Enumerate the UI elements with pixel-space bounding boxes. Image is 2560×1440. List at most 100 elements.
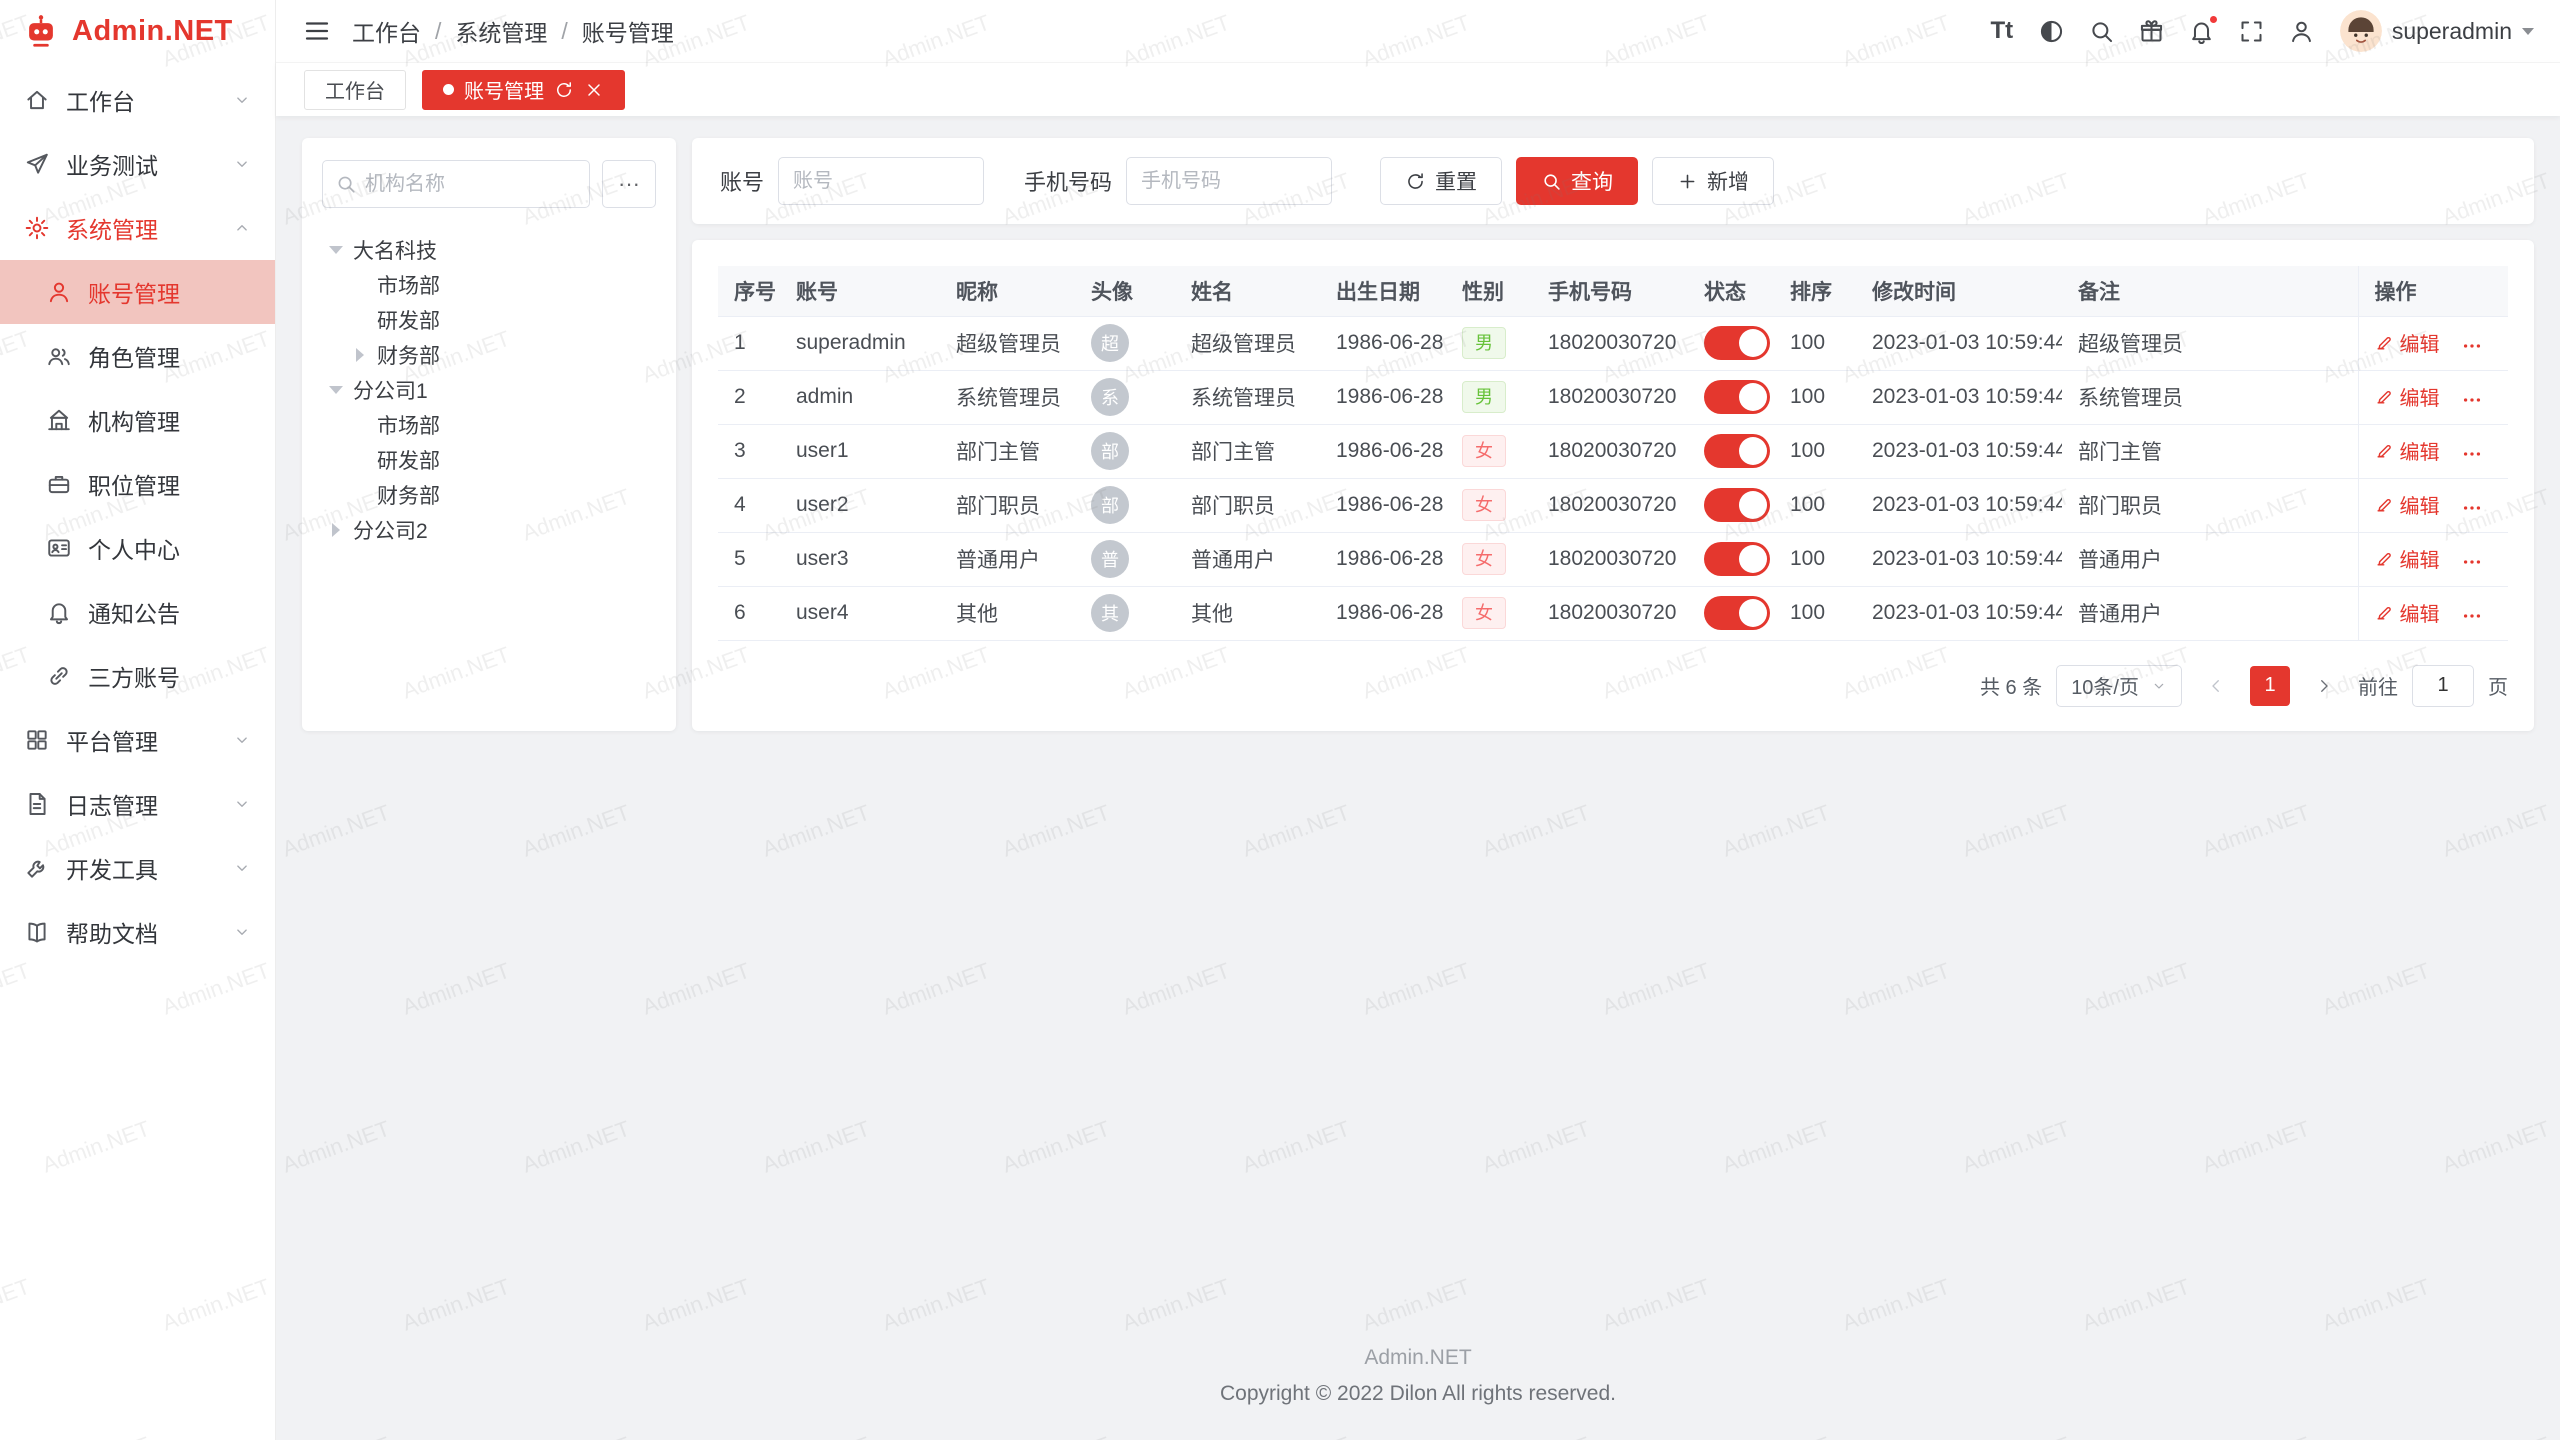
tree-node[interactable]: 财务部	[322, 477, 656, 512]
main-area: 工作台 / 系统管理 / 账号管理 Tt superadmin	[276, 0, 2560, 1440]
column-header-index: 序号	[718, 266, 780, 316]
hamburger-menu-icon[interactable]	[302, 16, 332, 46]
edit-button[interactable]: 编辑	[2375, 490, 2440, 519]
book-icon	[24, 919, 50, 945]
menu-label: 平台管理	[66, 723, 217, 757]
tree-node[interactable]: 分公司2	[322, 512, 656, 547]
column-header-account: 账号	[780, 266, 940, 316]
page-number-current[interactable]: 1	[2250, 666, 2290, 706]
org-more-button[interactable]: ···	[602, 160, 656, 208]
edit-button[interactable]: 编辑	[2375, 382, 2440, 411]
sidebar-item-third-party-account[interactable]: 三方账号	[0, 644, 275, 708]
add-button[interactable]: 新增	[1652, 157, 1774, 205]
system-submenu: 账号管理 角色管理 机构管理 职位管理 个人中心	[0, 260, 275, 708]
status-toggle[interactable]	[1704, 380, 1770, 414]
sidebar-item-notice[interactable]: 通知公告	[0, 580, 275, 644]
tree-node[interactable]: 市场部	[322, 407, 656, 442]
next-page-button[interactable]	[2304, 666, 2344, 706]
status-toggle[interactable]	[1704, 542, 1770, 576]
tab-account-management[interactable]: 账号管理	[422, 70, 625, 110]
edit-button[interactable]: 编辑	[2375, 598, 2440, 627]
more-actions-button[interactable]	[2461, 551, 2483, 573]
breadcrumb-system-management[interactable]: 系统管理	[455, 14, 547, 48]
user-menu[interactable]: superadmin	[2340, 10, 2534, 52]
sidebar-item-role-management[interactable]: 角色管理	[0, 324, 275, 388]
refresh-icon[interactable]	[554, 80, 574, 100]
goto-page-input[interactable]	[2412, 665, 2474, 707]
tree-node[interactable]: 研发部	[322, 442, 656, 477]
fullscreen-icon[interactable]	[2230, 9, 2274, 53]
cell-index: 4	[718, 478, 780, 532]
search-icon	[335, 173, 357, 195]
topbar: 工作台 / 系统管理 / 账号管理 Tt superadmin	[276, 0, 2560, 62]
sidebar-item-dev-tools[interactable]: 开发工具	[0, 836, 275, 900]
reset-button[interactable]: 重置	[1380, 157, 1502, 205]
tree-node[interactable]: 分公司1	[322, 372, 656, 407]
edit-button[interactable]: 编辑	[2375, 328, 2440, 357]
briefcase-icon	[46, 471, 72, 497]
breadcrumb-workbench[interactable]: 工作台	[352, 14, 421, 48]
status-toggle[interactable]	[1704, 326, 1770, 360]
cell-avatar: 部	[1075, 478, 1175, 532]
tree-node[interactable]: 市场部	[322, 267, 656, 302]
edit-button[interactable]: 编辑	[2375, 544, 2440, 573]
sidebar-item-business-test[interactable]: 业务测试	[0, 132, 275, 196]
cell-avatar: 超	[1075, 316, 1175, 370]
sidebar-item-platform-management[interactable]: 平台管理	[0, 708, 275, 772]
theme-icon[interactable]	[2030, 9, 2074, 53]
font-size-button[interactable]: Tt	[1980, 9, 2024, 53]
edit-button[interactable]: 编辑	[2375, 436, 2440, 465]
phone-input[interactable]	[1126, 157, 1332, 205]
column-header-modified: 修改时间	[1856, 266, 2062, 316]
prev-page-button[interactable]	[2196, 666, 2236, 706]
tab-workbench[interactable]: 工作台	[304, 70, 406, 110]
column-header-remark: 备注	[2062, 266, 2358, 316]
gift-icon[interactable]	[2130, 9, 2174, 53]
column-header-name: 姓名	[1175, 266, 1320, 316]
app-logo[interactable]: Admin.NET	[0, 0, 275, 62]
sidebar-item-account-management[interactable]: 账号管理	[0, 260, 275, 324]
sidebar-item-workbench[interactable]: 工作台	[0, 68, 275, 132]
more-actions-button[interactable]	[2461, 443, 2483, 465]
more-actions-button[interactable]	[2461, 389, 2483, 411]
breadcrumb-account-management: 账号管理	[582, 14, 674, 48]
org-search-input[interactable]	[365, 173, 577, 196]
cell-status	[1688, 478, 1774, 532]
profile-icon[interactable]	[2280, 9, 2324, 53]
sidebar-item-org-management[interactable]: 机构管理	[0, 388, 275, 452]
cell-actions: 编辑	[2358, 532, 2508, 586]
tree-node[interactable]: 财务部	[322, 337, 656, 372]
toggle-knob	[1739, 437, 1767, 465]
status-toggle[interactable]	[1704, 488, 1770, 522]
status-toggle[interactable]	[1704, 434, 1770, 468]
tree-node[interactable]: 研发部	[322, 302, 656, 337]
close-icon[interactable]	[584, 80, 604, 100]
account-input[interactable]	[778, 157, 984, 205]
menu-label: 职位管理	[88, 467, 251, 501]
tree-node[interactable]: 大名科技	[322, 232, 656, 267]
notification-bell-icon[interactable]	[2180, 9, 2224, 53]
cell-modified: 2023-01-03 10:59:44	[1856, 532, 2062, 586]
tab-label: 工作台	[325, 75, 385, 104]
search-button[interactable]: 查询	[1516, 157, 1638, 205]
sidebar-item-personal-center[interactable]: 个人中心	[0, 516, 275, 580]
cell-nickname: 普通用户	[940, 532, 1075, 586]
caret-down-icon	[328, 246, 344, 254]
column-header-phone: 手机号码	[1532, 266, 1688, 316]
status-toggle[interactable]	[1704, 596, 1770, 630]
sidebar-item-help-docs[interactable]: 帮助文档	[0, 900, 275, 964]
more-actions-button[interactable]	[2461, 497, 2483, 519]
sidebar-item-system-management[interactable]: 系统管理	[0, 196, 275, 260]
search-icon[interactable]	[2080, 9, 2124, 53]
sidebar: Admin.NET 工作台 业务测试 系统管理 账号管理	[0, 0, 276, 1440]
pagination: 共 6 条 10条/页 1 前往 页	[718, 665, 2508, 707]
sidebar-item-position-management[interactable]: 职位管理	[0, 452, 275, 516]
more-actions-button[interactable]	[2461, 605, 2483, 627]
more-actions-button[interactable]	[2461, 335, 2483, 357]
menu-label: 机构管理	[88, 403, 251, 437]
org-search-field[interactable]	[322, 160, 590, 208]
cell-remark: 系统管理员	[2062, 370, 2358, 424]
page-size-select[interactable]: 10条/页	[2056, 665, 2182, 707]
add-label: 新增	[1707, 166, 1749, 196]
sidebar-item-log-management[interactable]: 日志管理	[0, 772, 275, 836]
